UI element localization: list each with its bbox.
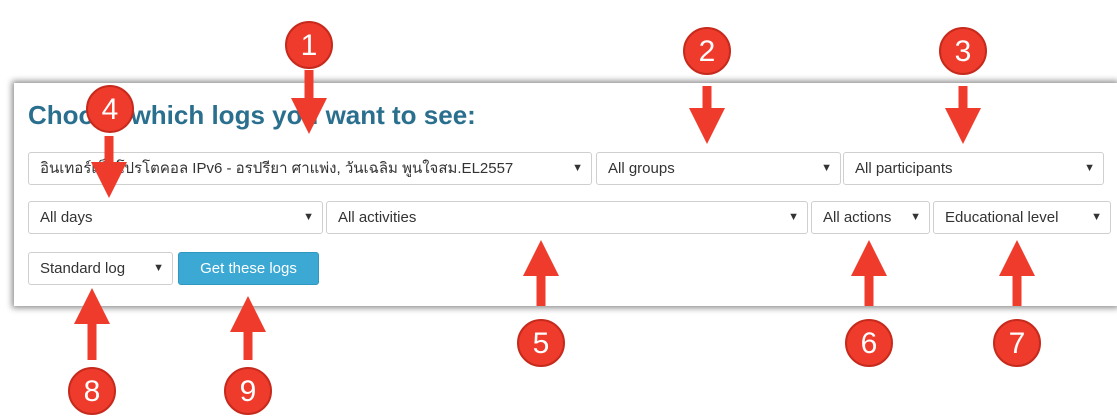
callout-2: 2 xyxy=(682,26,732,76)
callout-8: 8 xyxy=(67,366,117,416)
callout-9: 9 xyxy=(223,366,273,416)
callout-5: 5 xyxy=(516,318,566,368)
callout-3: 3 xyxy=(938,26,988,76)
callout-4: 4 xyxy=(85,84,135,134)
callout-7: 7 xyxy=(992,318,1042,368)
callout-1: 1 xyxy=(284,20,334,70)
callout-6: 6 xyxy=(844,318,894,368)
